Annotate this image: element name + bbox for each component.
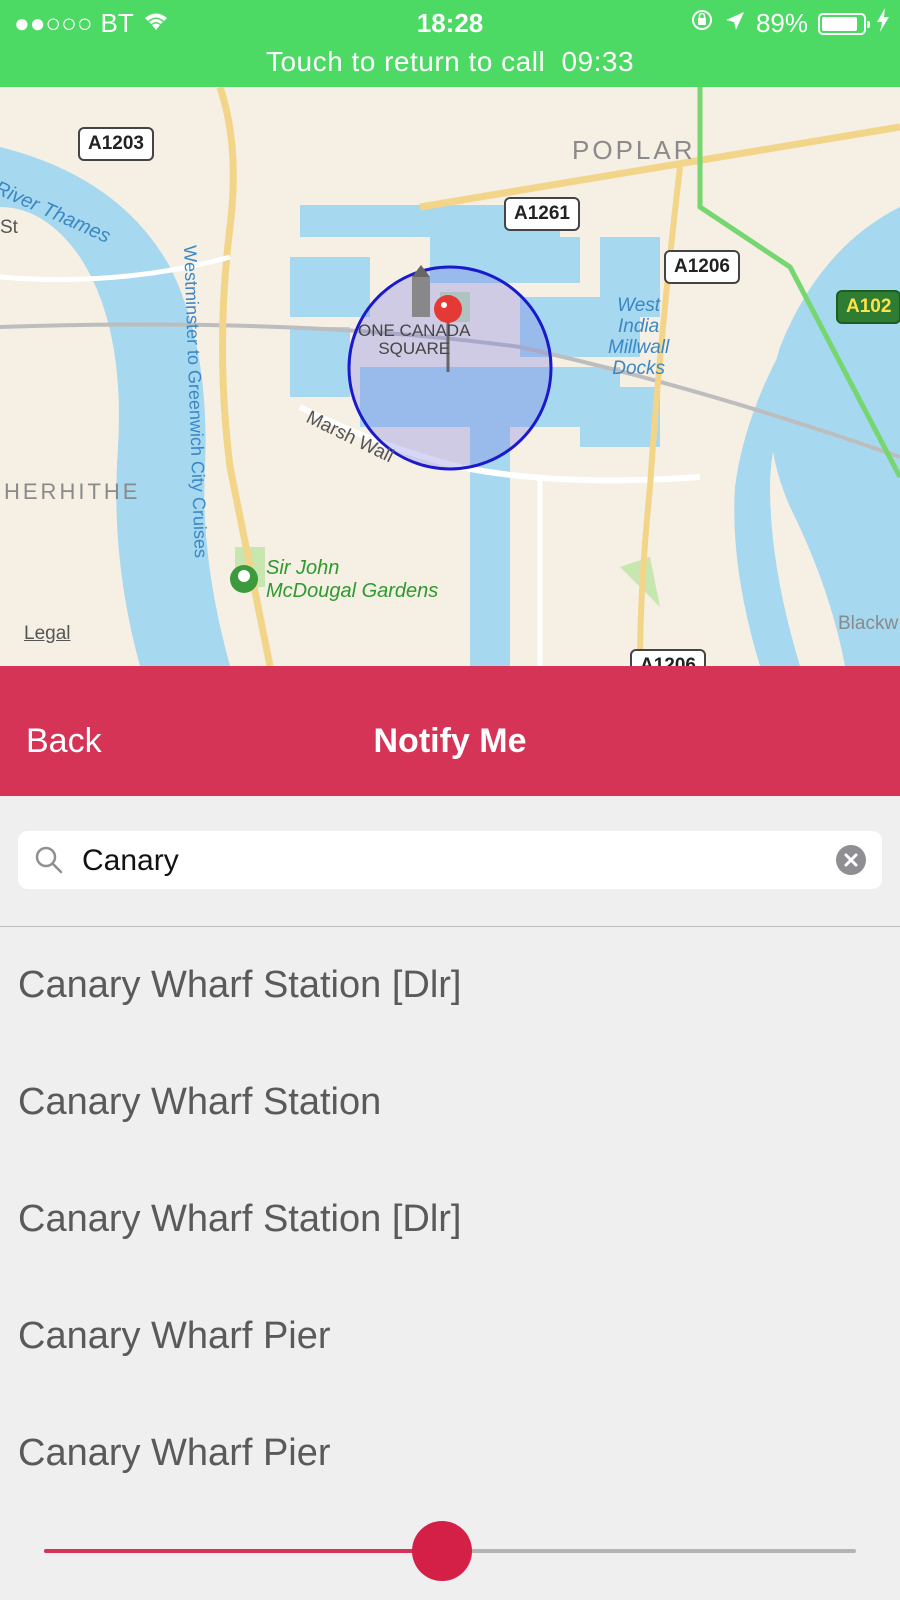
clear-icon	[844, 853, 858, 867]
rotation-lock-icon	[690, 8, 714, 39]
road-a1203: A1203	[78, 127, 154, 161]
map-canvas	[0, 87, 900, 666]
results-list: Canary Wharf Station [Dlr] Canary Wharf …	[0, 927, 900, 1512]
status-icons: 89%	[690, 8, 890, 39]
search-input[interactable]	[80, 839, 824, 883]
result-item[interactable]: Canary Wharf Pier	[0, 1395, 900, 1512]
radius-slider[interactable]	[44, 1520, 856, 1581]
battery-percent: 89%	[755, 8, 808, 38]
status-bar: ●●○○○ BT 18:28 89% Touch to return to ca…	[0, 0, 900, 87]
gardens-label: Sir John McDougal Gardens	[266, 557, 438, 603]
west-india-line-2: India	[618, 316, 660, 337]
call-duration: 09:33	[561, 46, 635, 77]
battery-icon	[818, 12, 870, 35]
road-a1206-top: A1206	[664, 250, 740, 284]
search-icon	[34, 845, 64, 880]
gardens-line-2: McDougal Gardens	[266, 580, 439, 602]
search-bar	[0, 796, 900, 927]
west-india-docks-label: West India Millwall Docks	[608, 295, 669, 379]
st-label: St	[0, 217, 18, 238]
call-banner-text: Touch to return to call	[265, 46, 546, 77]
back-button[interactable]: Back	[26, 722, 102, 761]
result-item[interactable]: Canary Wharf Station [Dlr]	[0, 927, 900, 1044]
return-to-call-banner[interactable]: Touch to return to call 09:33	[0, 46, 900, 78]
slider-fill	[44, 1549, 442, 1553]
slider-thumb[interactable]	[411, 1521, 472, 1581]
navigation-bar: Back Notify Me	[0, 666, 900, 796]
carrier-name: BT	[100, 8, 134, 38]
result-item[interactable]: Canary Wharf Station [Dlr]	[0, 1161, 900, 1278]
west-india-line-4: Docks	[612, 358, 666, 379]
wifi-icon	[142, 8, 170, 39]
road-a1261: A1261	[504, 197, 580, 231]
west-india-line-1: West	[617, 295, 661, 316]
location-arrow-icon	[724, 8, 746, 39]
search-field-container[interactable]	[18, 831, 882, 889]
result-item[interactable]: Canary Wharf Pier	[0, 1278, 900, 1395]
map-view[interactable]: A1203 A1261 A1206 A1206 A102 POPLAR Rive…	[0, 87, 900, 666]
charging-icon	[876, 8, 890, 39]
area-rotherhithe: HERHITHE	[4, 479, 141, 504]
road-a1206-bottom: A1206	[630, 649, 706, 666]
area-blackwall: Blackw	[838, 613, 899, 634]
one-canada-line-1: ONE CANADA	[358, 321, 471, 340]
west-india-line-3: Millwall	[608, 337, 670, 358]
result-item[interactable]: Canary Wharf Station	[0, 1044, 900, 1161]
gardens-line-1: Sir John	[266, 557, 340, 579]
road-a102: A102	[836, 290, 900, 324]
signal-strength: ●●○○○	[14, 8, 93, 38]
one-canada-line-2: SQUARE	[378, 339, 451, 358]
page-title: Notify Me	[373, 722, 527, 760]
one-canada-square-label: ONE CANADA SQUARE	[358, 322, 470, 358]
clear-search-button[interactable]	[836, 845, 866, 875]
area-poplar: POPLAR	[572, 135, 696, 165]
legal-link[interactable]: Legal	[24, 623, 71, 645]
carrier-info: ●●○○○ BT	[14, 8, 170, 39]
